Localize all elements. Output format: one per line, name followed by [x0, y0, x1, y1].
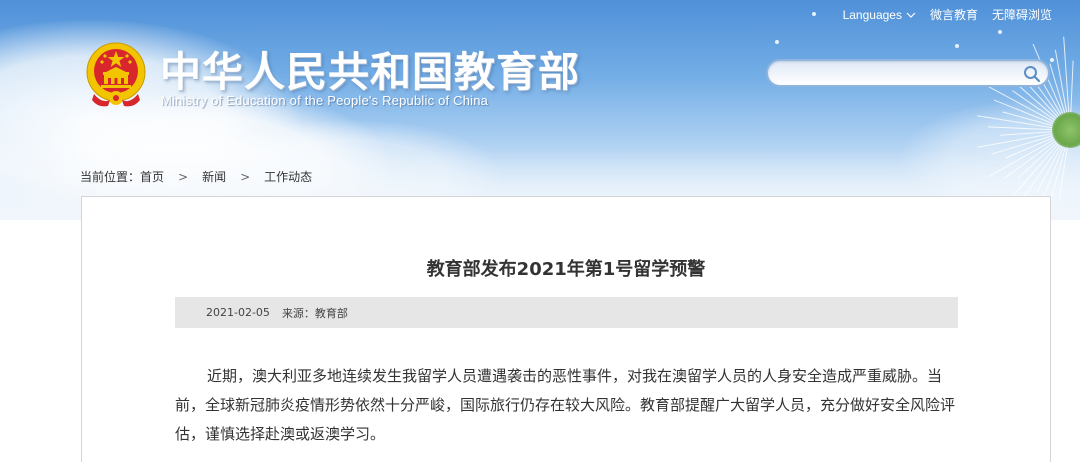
article-title: 教育部发布2021年第1号留学预警 [426, 259, 706, 280]
seed-decoration [1050, 58, 1054, 62]
chevron-down-icon [906, 12, 916, 18]
breadcrumb-label: 当前位置： [80, 170, 141, 184]
search-input[interactable] [778, 63, 1022, 85]
breadcrumb-news[interactable]: 新闻 [202, 168, 226, 185]
weibo-link[interactable]: 微言教育 [930, 6, 978, 23]
search-box [766, 59, 1050, 87]
seed-decoration [775, 40, 779, 44]
languages-label: Languages [842, 7, 902, 22]
site-subtitle: Ministry of Education of the People's Re… [161, 93, 489, 108]
breadcrumb: 当前位置： 首页 > 新闻 > 工作动态 [80, 168, 312, 185]
breadcrumb-home[interactable]: 首页 [140, 168, 164, 185]
article-source: 来源：教育部 [281, 306, 348, 320]
languages-dropdown[interactable]: Languages [843, 8, 916, 22]
site-title: 中华人民共和国教育部 [160, 48, 580, 96]
search-icon[interactable] [1022, 64, 1042, 84]
article-meta-bar: 2021-02-05 来源：教育部 [175, 297, 958, 328]
dandelion-core-decoration [1052, 112, 1080, 148]
article-body: 近期，澳大利亚多地连续发生我留学人员遭遇袭击的恶性事件，对我在澳留学人员的人身安… [175, 362, 965, 449]
article-paragraph-text: 近期，澳大利亚多地连续发生我留学人员遭遇袭击的恶性事件，对我在澳留学人员的人身安… [175, 367, 956, 443]
accessible-browsing-link[interactable]: 无障碍浏览 [992, 6, 1052, 23]
article-container: 教育部发布2021年第1号留学预警 2021-02-05 来源：教育部 近期，澳… [81, 196, 1051, 462]
breadcrumb-work-updates[interactable]: 工作动态 [264, 168, 312, 185]
article-date: 2021-02-05 [206, 306, 270, 319]
top-links: Languages 微言教育 无障碍浏览 [843, 6, 1052, 23]
seed-decoration [812, 12, 816, 16]
chevron-right-icon: > [240, 169, 251, 184]
header-banner [0, 0, 1080, 220]
seed-decoration [955, 44, 959, 48]
article-paragraph: 近期，澳大利亚多地连续发生我留学人员遭遇袭击的恶性事件，对我在澳留学人员的人身安… [175, 362, 965, 449]
chevron-right-icon: > [178, 169, 189, 184]
seed-decoration [998, 30, 1002, 34]
national-emblem-icon [86, 42, 146, 107]
